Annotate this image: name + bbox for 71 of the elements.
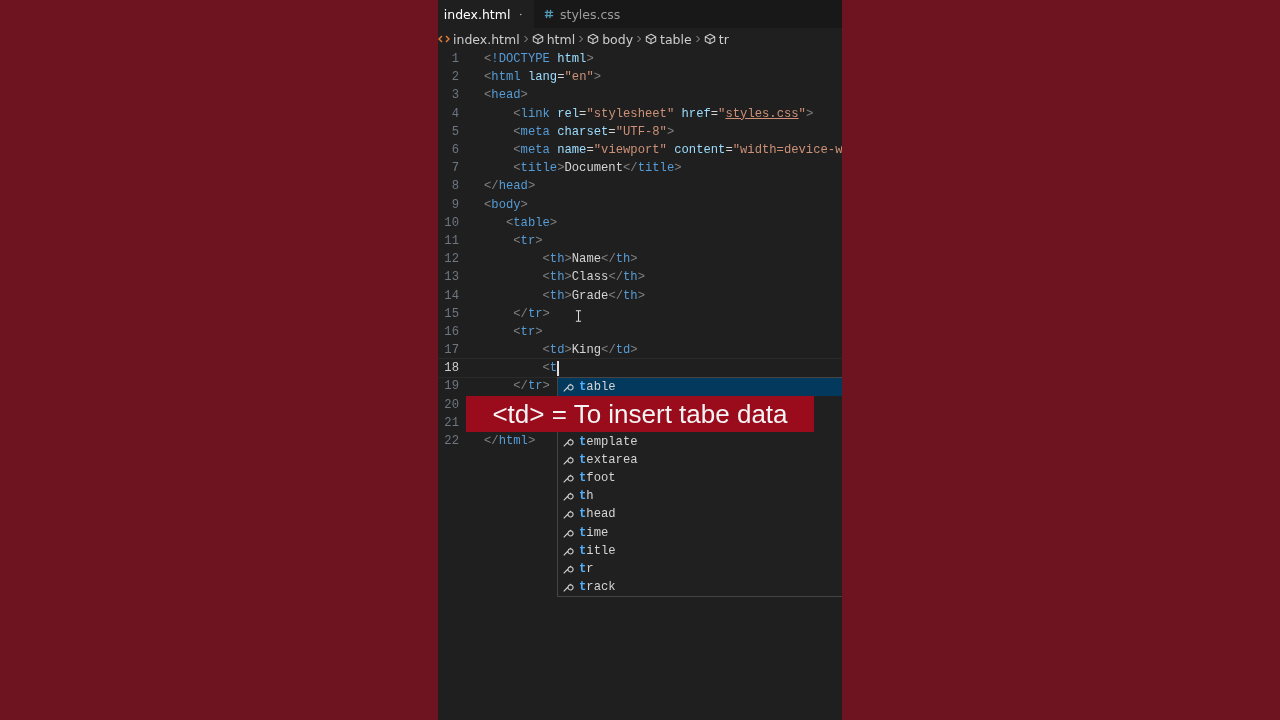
suggestion-item[interactable]: title [558, 541, 842, 560]
line-number: 4 [450, 106, 459, 121]
breadcrumb-item[interactable]: body [587, 31, 634, 47]
line-number: 13 [443, 270, 459, 285]
cube-icon [703, 33, 716, 45]
hash-icon [544, 9, 554, 19]
code-line: <body> [484, 197, 528, 212]
line-number: 1 [450, 52, 459, 67]
suggestion-item[interactable]: track [558, 578, 842, 597]
editor-tab[interactable]: index.html [438, 0, 534, 28]
suggestion-item[interactable]: time [558, 523, 842, 542]
suggestion-item[interactable]: table [558, 378, 842, 397]
chevron-icon [578, 34, 585, 44]
cube-icon [587, 33, 600, 45]
line-number: 17 [443, 343, 459, 358]
line-number: 10 [443, 215, 459, 230]
suggestion-item[interactable]: tfoot [558, 468, 842, 488]
line-number: 20 [443, 397, 459, 412]
code-line: <t [541, 360, 559, 376]
line-number: 3 [450, 88, 459, 103]
text-cursor-icon [575, 310, 582, 322]
code-line: <link rel="stylesheet" href="styles.css"> [512, 106, 814, 121]
line-number: 11 [443, 233, 459, 248]
suggestion-item[interactable]: tr [558, 559, 842, 579]
caption-text: <td> = To insert tabe data [492, 398, 788, 430]
line-number: 16 [443, 324, 459, 339]
code-line: <table> [504, 215, 558, 230]
breadcrumb-item[interactable]: index.html [438, 31, 520, 47]
line-number: 19 [443, 379, 459, 394]
line-number: 6 [450, 143, 459, 158]
line-number: 21 [443, 415, 459, 430]
breadcrumb-item[interactable]: html [531, 31, 576, 47]
line-number: 22 [443, 434, 459, 449]
chevron-icon [636, 34, 643, 44]
code-line: </html> [484, 434, 536, 449]
code-line: <tr> [512, 233, 543, 248]
code-line: </tr> [512, 379, 550, 394]
code-line: <meta name="viewport" content="width=device-w [512, 143, 842, 158]
line-number: 9 [450, 197, 459, 212]
line-number: 8 [450, 179, 459, 194]
code-line: <th>Grade</th> [541, 288, 645, 303]
suggestion-item[interactable]: textarea [558, 450, 842, 469]
cube-icon [531, 33, 544, 45]
code-line: </head> [484, 179, 536, 194]
code-line: </tr> [512, 306, 550, 321]
code-line: <meta charset="UTF-8"> [512, 124, 675, 139]
code-line: <th>Name</th> [541, 252, 638, 267]
suggestion-item[interactable]: template [558, 432, 842, 451]
breadcrumb-item[interactable]: table [645, 31, 692, 47]
code-line: <!DOCTYPE html> [484, 52, 594, 67]
line-number: 15 [443, 306, 459, 321]
line-number: 2 [450, 70, 459, 85]
code-line: <td>King</td> [541, 343, 638, 358]
breadcrumb-item[interactable]: tr [703, 31, 729, 47]
code-line: <th>Class</th> [541, 270, 645, 285]
code-line: <tr> [512, 324, 543, 339]
editor-tab[interactable]: styles.css [534, 0, 633, 28]
line-number: 18 [443, 361, 459, 376]
code-line: <head> [484, 88, 528, 103]
cube-icon [645, 33, 658, 45]
code-line: <title>Document</title> [512, 161, 682, 176]
line-number: 5 [450, 124, 459, 139]
suggestion-item[interactable]: th [558, 487, 842, 506]
chevron-icon [694, 34, 701, 44]
chevron-icon [522, 34, 529, 44]
suggestion-item[interactable]: thead [558, 505, 842, 524]
code-line: <html lang="en"> [484, 70, 602, 85]
line-number: 7 [450, 161, 459, 176]
line-number: 12 [443, 252, 459, 267]
code-brackets-icon [438, 33, 450, 45]
line-number: 14 [443, 288, 459, 303]
